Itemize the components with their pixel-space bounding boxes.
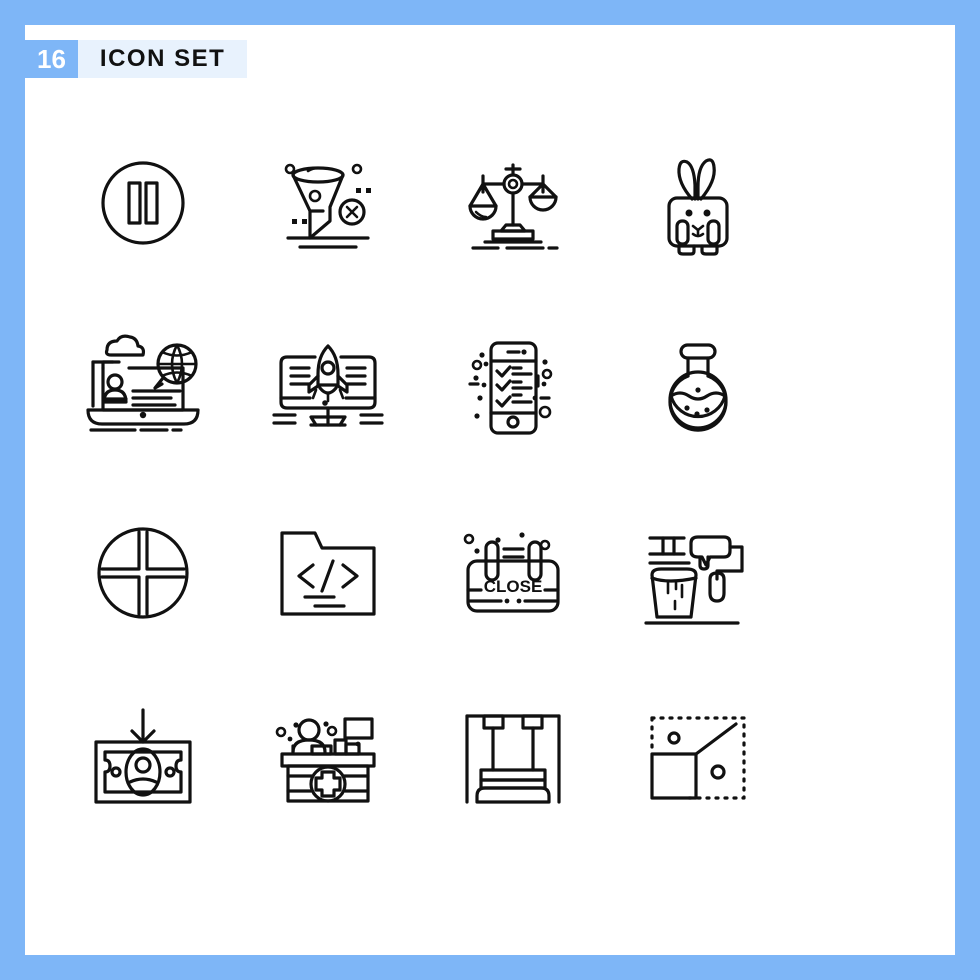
icon-cell-15[interactable] [420,665,605,850]
justice-scale-icon [467,162,559,250]
icon-cell-6[interactable] [235,295,420,480]
icon-grid: CLOSE [50,110,930,850]
poster-canvas: 16 ICON SET CLOSE [25,25,955,955]
icon-cell-4[interactable] [605,110,790,295]
icon-cell-1[interactable] [50,110,235,295]
scale-resize-icon [649,715,746,800]
close-sign-label: CLOSE [483,577,542,596]
icon-cell-14[interactable] [235,665,420,850]
page-title: ICON SET [77,40,248,78]
close-sign-icon: CLOSE [463,531,560,613]
pause-circle-icon [100,160,185,245]
code-folder-icon [279,530,376,616]
icon-cell-12[interactable] [605,480,790,665]
lab-flask-icon [667,342,728,432]
icon-cell-11[interactable]: CLOSE [420,480,605,665]
mobile-checklist-icon [467,340,552,435]
funnel-remove-icon [284,163,371,249]
icon-cell-16[interactable] [605,665,790,850]
rabbit-icon [666,157,729,256]
icon-cell-3[interactable] [420,110,605,295]
paint-roller-bucket-icon [643,534,744,625]
money-deposit-icon [93,707,192,804]
icon-cell-9[interactable] [50,480,235,665]
monitor-rocket-icon [271,343,384,427]
icon-cell-2[interactable] [235,110,420,295]
icon-cell-8[interactable] [605,295,790,480]
laptop-cloud-user-icon [85,334,200,432]
poster-header: 16 ICON SET [25,40,248,78]
pharmacy-counter-icon [275,716,376,803]
icon-set-poster: 16 ICON SET CLOSE [0,0,980,980]
crossed-circle-icon [96,526,189,619]
icon-cell-10[interactable] [235,480,420,665]
icon-cell-7[interactable] [420,295,605,480]
icon-count-badge: 16 [25,40,78,78]
chess-rook-icon [464,713,561,804]
icon-cell-5[interactable] [50,295,235,480]
icon-cell-13[interactable] [50,665,235,850]
